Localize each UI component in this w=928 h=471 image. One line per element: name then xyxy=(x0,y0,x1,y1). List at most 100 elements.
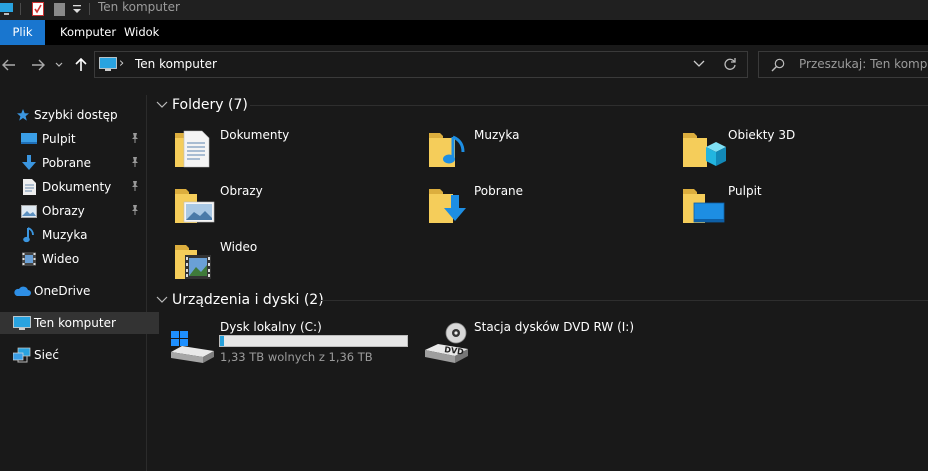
search-placeholder: Przeszukaj: Ten komputer xyxy=(799,57,928,71)
refresh-icon xyxy=(724,58,736,70)
document-icon xyxy=(21,179,37,195)
sidebar-item-music[interactable]: Muzyka xyxy=(0,224,167,246)
tab-computer[interactable]: Komputer xyxy=(60,20,116,45)
chevron-down-icon xyxy=(693,60,705,67)
3d-objects-folder-icon xyxy=(683,133,726,167)
up-arrow-icon xyxy=(75,58,87,71)
pin-icon[interactable] xyxy=(130,132,140,147)
folder-label: Pobrane xyxy=(474,184,524,198)
up-button[interactable] xyxy=(72,55,90,75)
sidebar-item-documents[interactable]: Dokumenty xyxy=(0,176,167,198)
folder-label: Muzyka xyxy=(474,128,520,142)
downloads-folder-icon xyxy=(429,189,466,223)
devices-group-header[interactable]: Urządzenia i dyski (2) xyxy=(156,290,324,310)
sidebar-item-pictures[interactable]: Obrazy xyxy=(0,200,167,222)
sidebar-item-label: Muzyka xyxy=(42,228,88,242)
folders-group-title: Foldery (7) xyxy=(172,97,248,113)
network-icon xyxy=(13,347,31,363)
window-title: Ten komputer xyxy=(98,0,180,14)
pin-icon[interactable] xyxy=(130,156,140,171)
computer-icon xyxy=(13,315,31,331)
forward-arrow-icon xyxy=(32,59,45,71)
folder-label: Pulpit xyxy=(728,184,762,198)
sidebar-item-quick-access[interactable]: Szybki dostęp xyxy=(0,104,161,126)
new-folder-icon[interactable] xyxy=(54,2,66,16)
sidebar-item-label: Pobrane xyxy=(42,156,92,170)
download-icon xyxy=(21,155,37,171)
back-arrow-icon xyxy=(2,59,15,71)
forward-button[interactable] xyxy=(29,55,47,75)
desktop-icon xyxy=(21,131,37,147)
ribbon-tabs: Plik Komputer Widok xyxy=(0,20,928,45)
sidebar-item-label: Dokumenty xyxy=(42,180,112,194)
folder-tile-videos[interactable]: Wideo xyxy=(172,237,412,287)
divider xyxy=(89,3,90,15)
navigation-bar: › Ten komputer Przeszukaj: Ten komputer xyxy=(0,45,928,85)
sidebar-item-label: Pulpit xyxy=(42,132,76,146)
title-bar: Ten komputer xyxy=(0,0,928,20)
devices-group-title: Urządzenia i dyski (2) xyxy=(172,292,324,308)
sidebar-item-videos[interactable]: Wideo xyxy=(0,248,167,270)
address-bar[interactable]: › Ten komputer xyxy=(94,51,748,78)
drive-label: Stacja dysków DVD RW (I:) xyxy=(474,320,635,334)
tab-view[interactable]: Widok xyxy=(124,20,159,45)
folder-label: Obiekty 3D xyxy=(728,128,796,142)
chevron-down-icon xyxy=(55,62,63,67)
music-folder-icon xyxy=(429,133,465,167)
search-icon xyxy=(771,58,785,75)
video-icon xyxy=(21,251,37,267)
videos-folder-icon xyxy=(175,245,211,279)
picture-icon xyxy=(21,203,37,219)
back-button[interactable] xyxy=(0,55,18,75)
recent-locations-button[interactable] xyxy=(53,55,65,75)
search-box[interactable]: Przeszukaj: Ten komputer xyxy=(758,51,928,78)
drive-tile-dvd[interactable]: DVD Stacja dysków DVD RW (I:) xyxy=(422,318,672,368)
folder-tile-desktop[interactable]: Pulpit xyxy=(680,181,920,231)
folder-label: Wideo xyxy=(220,240,258,254)
sidebar-item-this-pc[interactable]: Ten komputer xyxy=(0,312,159,334)
star-icon xyxy=(15,107,31,123)
pin-icon[interactable] xyxy=(130,204,140,219)
refresh-button[interactable] xyxy=(723,57,737,74)
folder-tile-documents[interactable]: Dokumenty xyxy=(172,125,412,175)
desktop-folder-icon xyxy=(683,189,725,223)
drive-label: Dysk lokalny (C:) xyxy=(220,320,322,334)
breadcrumb-this-pc[interactable]: Ten komputer xyxy=(135,57,217,71)
folder-label: Obrazy xyxy=(220,184,263,198)
folder-tile-3d-objects[interactable]: Obiekty 3D xyxy=(680,125,920,175)
folders-group-header[interactable]: Foldery (7) xyxy=(156,95,248,115)
divider xyxy=(320,300,928,301)
divider xyxy=(250,105,928,106)
documents-folder-icon xyxy=(175,130,210,168)
sidebar-item-label: Ten komputer xyxy=(34,316,116,330)
folder-tile-pictures[interactable]: Obrazy xyxy=(172,181,412,231)
sidebar-item-network[interactable]: Sieć xyxy=(0,344,159,366)
address-history-button[interactable] xyxy=(693,58,705,72)
folder-tile-downloads[interactable]: Pobrane xyxy=(426,181,666,231)
chevron-down-icon xyxy=(156,296,168,303)
folder-label: Dokumenty xyxy=(220,128,290,142)
drive-free-space: 1,33 TB wolnych z 1,36 TB xyxy=(220,350,373,364)
sidebar-item-downloads[interactable]: Pobrane xyxy=(0,152,167,174)
customize-quick-access-icon[interactable] xyxy=(72,2,82,16)
navigation-pane: Szybki dostęp Pulpit Pobrane Dokumenty O… xyxy=(0,95,159,471)
sidebar-item-onedrive[interactable]: OneDrive xyxy=(0,280,159,302)
chevron-down-icon xyxy=(156,101,168,108)
sidebar-item-desktop[interactable]: Pulpit xyxy=(0,128,167,150)
sidebar-item-label: Sieć xyxy=(34,348,59,362)
computer-icon xyxy=(99,57,117,75)
sidebar-item-label: Obrazy xyxy=(42,204,85,218)
tab-file[interactable]: Plik xyxy=(0,20,45,45)
pin-icon[interactable] xyxy=(130,180,140,195)
sidebar-item-label: Wideo xyxy=(42,252,80,266)
dvd-drive-icon: DVD xyxy=(425,322,468,363)
drive-usage-bar xyxy=(219,335,408,347)
properties-icon[interactable] xyxy=(32,2,44,16)
breadcrumb-separator-icon[interactable]: › xyxy=(119,56,124,71)
local-disk-icon xyxy=(171,331,214,363)
divider xyxy=(20,3,21,15)
folder-tile-music[interactable]: Muzyka xyxy=(426,125,666,175)
computer-app-icon xyxy=(0,2,14,16)
pictures-folder-icon xyxy=(175,189,215,223)
sidebar-item-label: OneDrive xyxy=(34,284,91,298)
